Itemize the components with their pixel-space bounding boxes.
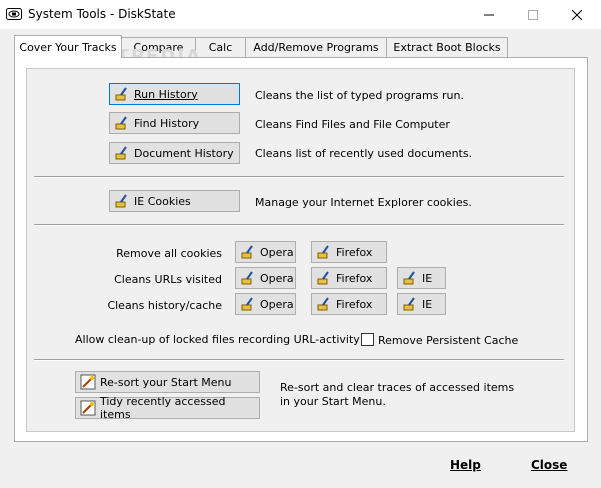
wand-icon bbox=[80, 400, 96, 416]
persistent-cache-checkbox[interactable] bbox=[361, 333, 374, 346]
opera-cookies-button[interactable]: Opera bbox=[235, 241, 296, 263]
close-link[interactable]: Close bbox=[531, 458, 567, 472]
broom-icon bbox=[241, 245, 253, 259]
broom-icon bbox=[241, 297, 253, 311]
help-link[interactable]: Help bbox=[450, 458, 481, 472]
find-history-button[interactable]: Find History bbox=[109, 112, 240, 134]
ie-cookies-button[interactable]: IE Cookies bbox=[109, 190, 240, 212]
firefox-cache-button[interactable]: Firefox bbox=[311, 293, 387, 315]
broom-icon bbox=[403, 297, 415, 311]
resort-start-menu-button[interactable]: Re-sort your Start Menu bbox=[75, 371, 260, 393]
start-menu-desc-line1: Re-sort and clear traces of accessed ite… bbox=[280, 381, 515, 394]
tab-add-remove-programs[interactable]: Add/Remove Programs bbox=[245, 37, 387, 57]
window-title: System Tools - DiskState bbox=[28, 7, 176, 21]
tab-label: Extract Boot Blocks bbox=[393, 41, 501, 54]
tab-label: Cover Your Tracks bbox=[19, 40, 117, 54]
broom-icon bbox=[115, 194, 127, 208]
separator bbox=[34, 176, 564, 178]
button-label: Tidy recently accessed items bbox=[100, 395, 226, 421]
tab-calc[interactable]: Calc bbox=[195, 37, 246, 57]
button-label: Re-sort your Start Menu bbox=[100, 375, 232, 389]
tab-cover-your-tracks[interactable]: Cover Your Tracks bbox=[14, 35, 122, 58]
close-window-button[interactable] bbox=[555, 0, 599, 29]
ie-cache-button[interactable]: IE bbox=[397, 293, 446, 315]
button-label: Find History bbox=[134, 116, 200, 130]
ie-urls-button[interactable]: IE bbox=[397, 267, 446, 289]
opera-cache-button[interactable]: Opera bbox=[235, 293, 296, 315]
broom-icon bbox=[403, 271, 415, 285]
button-label: Document History bbox=[134, 146, 234, 160]
broom-icon bbox=[317, 271, 329, 285]
document-history-button[interactable]: Document History bbox=[109, 142, 240, 164]
separator bbox=[34, 359, 564, 361]
minimize-button[interactable] bbox=[467, 0, 511, 29]
locked-files-label: Allow clean-up of locked files recording… bbox=[75, 333, 360, 346]
remove-cookies-label: Remove all cookies bbox=[116, 247, 222, 260]
tidy-accessed-items-button[interactable]: Tidy recently accessed items bbox=[75, 395, 260, 421]
separator bbox=[34, 224, 564, 226]
tab-label: Calc bbox=[208, 41, 233, 54]
button-label: IE bbox=[422, 297, 433, 311]
ie-cookies-desc: Manage your Internet Explorer cookies. bbox=[255, 196, 472, 209]
button-label: Run History bbox=[134, 87, 198, 101]
app-icon bbox=[6, 8, 22, 20]
maximize-icon bbox=[528, 9, 538, 20]
maximize-button[interactable] bbox=[511, 0, 555, 29]
firefox-cookies-button[interactable]: Firefox bbox=[311, 241, 387, 263]
button-label: Firefox bbox=[336, 245, 373, 259]
tab-label: Add/Remove Programs bbox=[253, 41, 379, 54]
start-menu-desc-line2: in your Start Menu. bbox=[280, 395, 386, 408]
button-label: Firefox bbox=[336, 297, 373, 311]
tab-extract-boot-blocks[interactable]: Extract Boot Blocks bbox=[386, 37, 508, 57]
firefox-urls-button[interactable]: Firefox bbox=[311, 267, 387, 289]
button-label: IE Cookies bbox=[134, 194, 191, 208]
run-history-button[interactable]: Run History bbox=[109, 83, 240, 105]
button-label: Opera bbox=[260, 297, 294, 311]
clean-urls-label: Cleans URLs visited bbox=[114, 273, 222, 286]
clean-cache-label: Cleans history/cache bbox=[107, 299, 222, 312]
button-label: Opera bbox=[260, 245, 294, 259]
wand-icon bbox=[80, 374, 96, 390]
document-history-desc: Cleans list of recently used documents. bbox=[255, 147, 473, 160]
broom-icon bbox=[241, 271, 253, 285]
opera-urls-button[interactable]: Opera bbox=[235, 267, 296, 289]
broom-icon bbox=[317, 297, 329, 311]
title-bar: System Tools - DiskState bbox=[0, 0, 601, 29]
broom-icon bbox=[115, 116, 127, 130]
tab-label: Compare bbox=[133, 41, 184, 54]
persistent-cache-label[interactable]: Remove Persistent Cache bbox=[378, 334, 518, 347]
button-label: Firefox bbox=[336, 271, 373, 285]
find-history-desc: Cleans Find Files and File Computer bbox=[255, 118, 450, 131]
tab-compare[interactable]: Compare bbox=[121, 37, 196, 57]
button-label: IE bbox=[422, 271, 433, 285]
broom-icon bbox=[317, 245, 329, 259]
broom-icon bbox=[115, 87, 127, 101]
minimize-icon bbox=[484, 14, 494, 15]
run-history-desc: Cleans the list of typed programs run. bbox=[255, 89, 464, 102]
button-label: Opera bbox=[260, 271, 294, 285]
broom-icon bbox=[115, 146, 127, 160]
close-icon bbox=[572, 9, 582, 20]
